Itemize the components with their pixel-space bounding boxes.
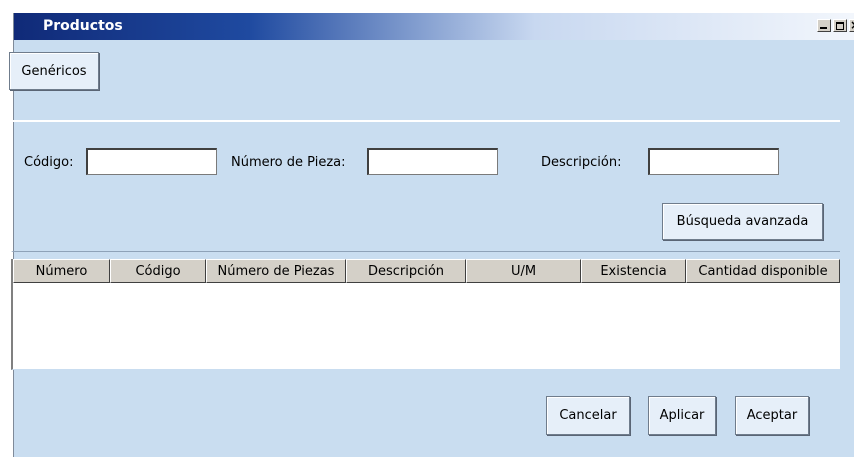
column-header-numero-piezas[interactable]: Número de Piezas — [206, 259, 346, 283]
codigo-label: Código: — [24, 155, 74, 170]
accept-button[interactable]: Aceptar — [735, 396, 809, 435]
descripcion-label: Descripción: — [541, 155, 622, 170]
genericos-button[interactable]: Genéricos — [9, 52, 99, 90]
codigo-input[interactable] — [86, 148, 217, 175]
busqueda-avanzada-button[interactable]: Búsqueda avanzada — [662, 203, 823, 240]
column-header-existencia[interactable]: Existencia — [581, 259, 686, 283]
close-icon[interactable]: × — [849, 18, 854, 32]
minimize-icon[interactable] — [817, 19, 831, 32]
cancel-button[interactable]: Cancelar — [546, 396, 630, 435]
column-header-um[interactable]: U/M — [466, 259, 581, 283]
window-title: Productos — [43, 18, 123, 34]
title-bar[interactable]: Productos × — [14, 13, 854, 40]
maximize-icon[interactable] — [833, 19, 847, 32]
numero-pieza-input[interactable] — [367, 148, 498, 175]
column-header-numero[interactable]: Número — [13, 259, 110, 283]
numero-pieza-label: Número de Pieza: — [231, 155, 346, 170]
column-header-cantidad-disponible[interactable]: Cantidad disponible — [686, 259, 840, 283]
products-table[interactable]: Número Código Número de Piezas Descripci… — [11, 259, 840, 370]
table-header: Número Código Número de Piezas Descripci… — [13, 259, 840, 283]
column-header-codigo[interactable]: Código — [110, 259, 206, 283]
column-header-descripcion[interactable]: Descripción — [346, 259, 466, 283]
apply-button[interactable]: Aplicar — [648, 396, 716, 435]
descripcion-input[interactable] — [648, 148, 779, 175]
